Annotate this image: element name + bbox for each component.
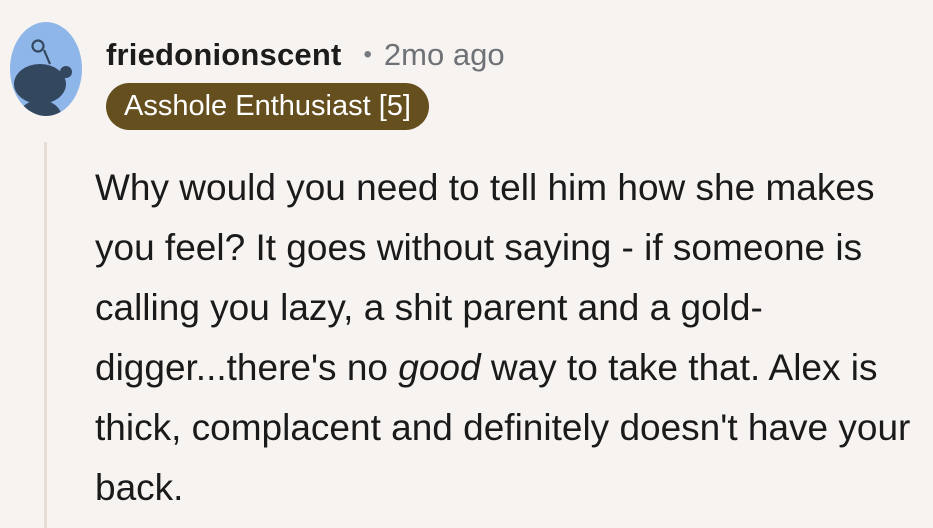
comment: friedonionscent • 2mo ago Asshole Enthus… <box>0 0 933 528</box>
comment-emphasis: good <box>398 347 481 388</box>
comment-paragraph: Why would you need to tell him how she m… <box>95 158 915 518</box>
meta-separator: • <box>363 41 372 68</box>
snoo-avatar-icon <box>14 39 72 116</box>
user-avatar[interactable] <box>10 22 82 116</box>
comment-meta: friedonionscent • 2mo ago <box>106 30 505 80</box>
user-flair-badge: Asshole Enthusiast [5] <box>106 83 429 130</box>
timestamp[interactable]: 2mo ago <box>384 37 505 73</box>
thread-line[interactable] <box>44 142 47 528</box>
username-link[interactable]: friedonionscent <box>106 37 342 73</box>
comment-body: Why would you need to tell him how she m… <box>95 158 915 518</box>
